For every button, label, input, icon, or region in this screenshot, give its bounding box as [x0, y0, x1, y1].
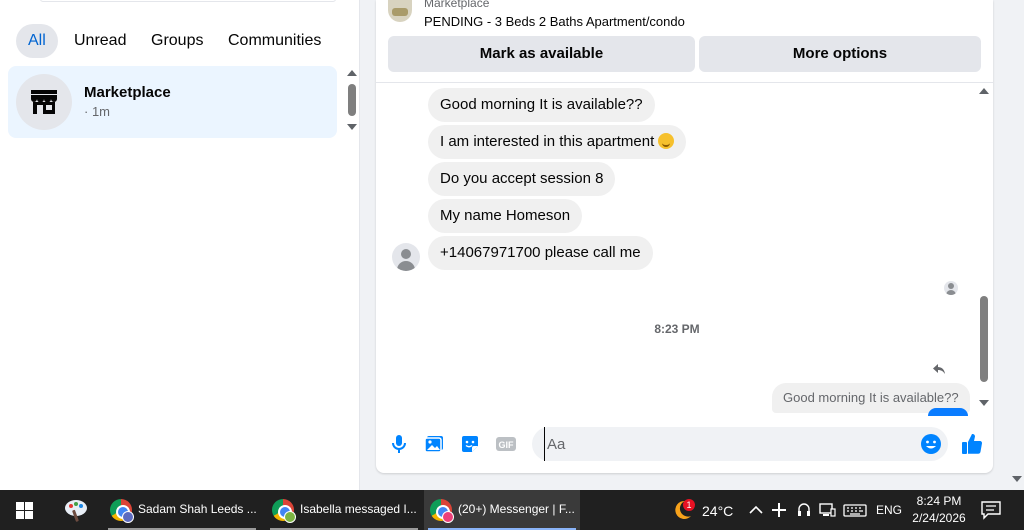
divider: [376, 82, 993, 83]
message-text: My name Homeson: [440, 207, 571, 224]
emoji-icon[interactable]: [920, 433, 942, 455]
start-button[interactable]: [0, 490, 48, 530]
profile-badge-icon: [284, 511, 296, 523]
smiling-face-emoji-icon: [658, 133, 675, 149]
microphone-icon[interactable]: [388, 433, 410, 455]
more-options-button[interactable]: More options: [699, 36, 981, 72]
chevron-up-icon[interactable]: [746, 500, 766, 520]
filter-all[interactable]: All: [16, 24, 58, 58]
task-label: (20+) Messenger | F...: [458, 502, 575, 516]
mark-as-available-button[interactable]: Mark as available: [388, 36, 695, 72]
scroll-up-arrow-icon[interactable]: [347, 70, 357, 76]
conversation-time: · 1m: [84, 104, 110, 119]
reply-icon: [933, 364, 945, 374]
sticker-icon[interactable]: [459, 433, 481, 455]
message-text: I am interested in this apartment: [440, 133, 655, 150]
search-field-edge[interactable]: [40, 0, 336, 2]
clock-time[interactable]: 8:24 PM: [912, 494, 966, 508]
clock-date[interactable]: 2/24/2026: [910, 511, 968, 525]
message-bubble[interactable]: Good morning It is available??: [428, 88, 655, 122]
scroll-thumb[interactable]: [348, 84, 356, 116]
photo-icon[interactable]: [423, 433, 445, 455]
listing-thumbnail[interactable]: [388, 0, 412, 22]
message-input[interactable]: [544, 427, 904, 461]
taskbar-chrome-window[interactable]: Sadam Shah Leeds ...: [104, 490, 260, 530]
message-bubble[interactable]: My name Homeson: [428, 199, 583, 233]
network-icon[interactable]: [817, 500, 837, 520]
listing-source: Marketplace: [424, 0, 490, 10]
filter-unread[interactable]: Unread: [62, 24, 138, 58]
task-label: Isabella messaged I...: [300, 502, 417, 516]
chat-list-panel: All Unread Groups Communities Marketplac…: [0, 0, 360, 490]
filter-communities[interactable]: Communities: [216, 24, 333, 58]
gif-icon[interactable]: GIF: [495, 433, 517, 455]
message-composer[interactable]: [532, 427, 948, 461]
filter-groups[interactable]: Groups: [139, 24, 215, 58]
sender-avatar[interactable]: [392, 243, 420, 271]
scroll-down-arrow-icon[interactable]: [979, 400, 989, 406]
message-timestamp: 8:23 PM: [654, 322, 700, 336]
message-text: +14067971700 please call me: [440, 244, 641, 261]
keyboard-icon[interactable]: [843, 500, 867, 520]
scroll-down-arrow-icon[interactable]: [347, 124, 357, 130]
paint-app-icon: [65, 500, 87, 522]
windows-icon: [16, 502, 33, 519]
message-text: Good morning It is available??: [440, 96, 643, 113]
taskbar-chrome-window-active[interactable]: (20+) Messenger | F...: [424, 490, 580, 530]
taskbar: Sadam Shah Leeds ... Isabella messaged I…: [0, 490, 1024, 530]
storefront-icon: [31, 90, 57, 114]
plus-icon[interactable]: [769, 500, 789, 520]
chat-panel: Marketplace PENDING - 3 Beds 2 Baths Apa…: [376, 0, 993, 473]
thumbs-up-icon[interactable]: [960, 432, 984, 456]
message-text: Do you accept session 8: [440, 170, 604, 187]
taskbar-chrome-window[interactable]: Isabella messaged I...: [266, 490, 422, 530]
headset-icon[interactable]: [794, 500, 814, 520]
chat-list-scrollbar[interactable]: [344, 68, 360, 134]
conversation-item-marketplace[interactable]: Marketplace · 1m: [8, 66, 337, 138]
notification-center-icon[interactable]: [980, 500, 1002, 520]
pinned-app[interactable]: [52, 490, 100, 530]
outgoing-message-bubble[interactable]: [928, 408, 968, 416]
listing-title[interactable]: PENDING - 3 Beds 2 Baths Apartment/condo: [424, 14, 685, 29]
temperature[interactable]: 24°C: [702, 503, 733, 519]
chat-scrollbar[interactable]: [976, 84, 992, 414]
scroll-up-arrow-icon[interactable]: [979, 88, 989, 94]
conversation-name: Marketplace: [84, 84, 171, 101]
scroll-thumb[interactable]: [980, 296, 988, 382]
seen-indicator-avatar: [944, 281, 958, 295]
input-language[interactable]: ENG: [876, 503, 902, 517]
weather-notification-badge: 1: [683, 499, 695, 511]
profile-badge-icon: [122, 511, 134, 523]
message-bubble[interactable]: I am interested in this apartment: [428, 125, 687, 159]
message-bubble[interactable]: +14067971700 please call me: [428, 236, 653, 270]
task-label: Sadam Shah Leeds ...: [138, 502, 256, 516]
page-scroll-down-arrow-icon[interactable]: [1012, 476, 1022, 482]
profile-badge-icon: [442, 511, 454, 523]
avatar: [16, 74, 72, 130]
svg-text:GIF: GIF: [499, 440, 515, 450]
message-bubble[interactable]: Do you accept session 8: [428, 162, 616, 196]
